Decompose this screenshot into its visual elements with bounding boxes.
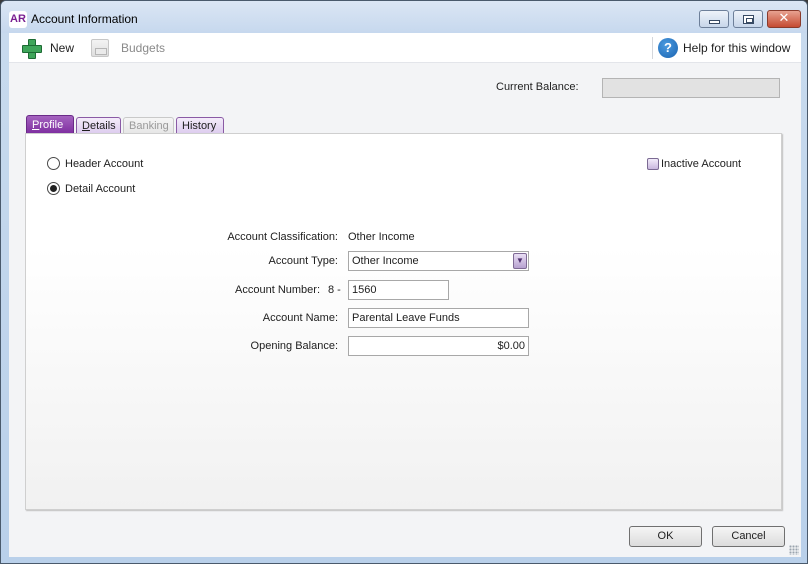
account-number-label: Account Number: [235, 284, 320, 296]
account-name-label: Account Name: [262, 312, 338, 324]
checkbox-icon [647, 158, 659, 170]
inactive-account-label: Inactive Account [661, 158, 742, 170]
opening-balance-label: Opening Balance: [250, 340, 338, 352]
new-button[interactable]: New [21, 33, 74, 63]
maximize-button[interactable] [733, 10, 763, 28]
toolbar-divider [652, 37, 653, 59]
tab-details-label: etails [89, 120, 116, 132]
detail-account-radio[interactable]: Detail Account [47, 182, 135, 195]
account-type-value: Other Income [352, 255, 419, 267]
account-type-select[interactable]: Other Income ▼ [348, 251, 529, 271]
help-label: Help for this window [683, 41, 791, 55]
account-number-input[interactable]: 1560 [348, 280, 449, 300]
inactive-account-checkbox[interactable]: Inactive Account [647, 158, 741, 170]
radio-checked-icon [47, 182, 60, 195]
close-icon: ✕ [778, 11, 790, 26]
tab-banking[interactable]: Banking [123, 117, 174, 134]
account-type-label: Account Type: [268, 255, 338, 267]
budget-document-icon [91, 39, 109, 57]
minimize-icon [709, 20, 720, 24]
title-bar[interactable]: AR Account Information ✕ [1, 1, 807, 33]
cancel-button[interactable]: Cancel [712, 526, 785, 547]
current-balance-label: Current Balance: [496, 81, 579, 93]
toolbar: New Budgets ? Help for this window [9, 33, 801, 63]
account-classification-value: Other Income [348, 231, 415, 243]
budgets-button[interactable]: Budgets [91, 33, 165, 63]
tab-profile[interactable]: Profile [26, 115, 74, 134]
minimize-button[interactable] [699, 10, 729, 28]
tab-profile-label: rofile [39, 119, 64, 131]
new-label: New [50, 41, 75, 55]
ok-button[interactable]: OK [629, 526, 702, 547]
radio-unchecked-icon [47, 157, 60, 170]
plus-icon [21, 38, 42, 59]
resize-grip-icon[interactable] [789, 545, 799, 555]
account-name-input[interactable]: Parental Leave Funds [348, 308, 529, 328]
opening-balance-input[interactable]: $0.00 [348, 336, 529, 356]
window-title: Account Information [31, 12, 138, 26]
maximize-icon [743, 15, 754, 24]
tab-history[interactable]: History [176, 117, 224, 134]
profile-panel: Header Account Detail Account Inactive A… [25, 133, 782, 510]
current-balance-field [602, 78, 780, 98]
chevron-down-icon[interactable]: ▼ [513, 253, 527, 269]
account-information-window: AR Account Information ✕ New Budgets ? H… [0, 0, 808, 564]
budgets-label: Budgets [121, 41, 166, 55]
account-number-prefix: 8 - [328, 284, 341, 296]
dialog-body: New Budgets ? Help for this window Curre… [9, 33, 801, 557]
app-logo-icon: AR [9, 11, 27, 28]
help-button[interactable]: ? Help for this window [658, 33, 790, 63]
header-account-label: Header Account [65, 157, 144, 170]
tab-details-mnemonic: D [82, 120, 90, 132]
header-account-radio[interactable]: Header Account [47, 157, 143, 170]
tab-details[interactable]: Details [76, 117, 121, 134]
account-classification-label: Account Classification: [227, 231, 338, 243]
help-icon: ? [658, 38, 678, 58]
detail-account-label: Detail Account [65, 182, 136, 195]
close-button[interactable]: ✕ [767, 10, 801, 28]
